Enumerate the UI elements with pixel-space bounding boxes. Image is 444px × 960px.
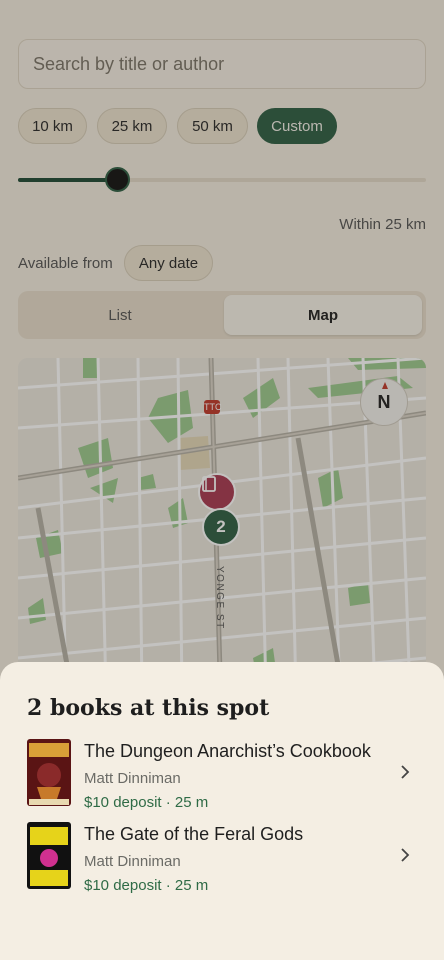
book-author: Matt Dinniman <box>84 853 181 870</box>
chevron-right-icon <box>401 848 410 862</box>
book-author: Matt Dinniman <box>84 770 181 787</box>
chevron-right-icon <box>401 765 410 779</box>
bottom-sheet: 2 books at this spot The Dungeon Anarchi… <box>0 662 444 960</box>
book-list-item[interactable]: The Dungeon Anarchist’s Cookbook Matt Di… <box>0 739 444 817</box>
book-title: The Dungeon Anarchist’s Cookbook <box>84 741 371 761</box>
book-cover <box>27 739 71 806</box>
book-list-item[interactable]: The Gate of the Feral Gods Matt Dinniman… <box>0 822 444 900</box>
book-cover <box>27 822 71 889</box>
screen: 10 km 25 km 50 km Custom Within 25 km Av… <box>0 0 444 960</box>
book-title: The Gate of the Feral Gods <box>84 824 304 844</box>
book-deposit-distance: $10 deposit · 25 m <box>84 877 209 894</box>
book-deposit-distance: $10 deposit · 25 m <box>84 794 209 811</box>
sheet-title: 2 books at this spot <box>27 695 270 721</box>
